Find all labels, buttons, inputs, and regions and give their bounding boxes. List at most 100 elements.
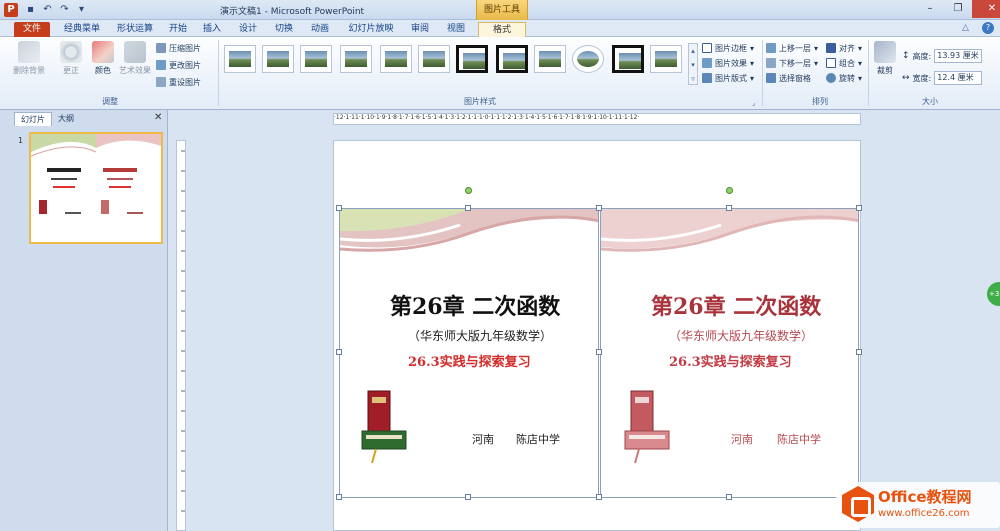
send-backward-button[interactable]: 下移一层 ▾ xyxy=(766,57,818,69)
rotate-handle-left[interactable] xyxy=(465,187,472,194)
sun-icon xyxy=(60,41,82,63)
separator xyxy=(762,40,763,106)
picture-layout-icon xyxy=(702,73,712,83)
vertical-ruler[interactable] xyxy=(176,140,186,531)
selection-pane-button[interactable]: 选择窗格 xyxy=(766,72,811,84)
picture-style-11[interactable] xyxy=(612,45,644,73)
dialog-launcher-icon[interactable]: ⌟ xyxy=(752,99,755,107)
tab-outline[interactable]: 大纲 xyxy=(52,112,80,126)
align-button[interactable]: 对齐 ▾ xyxy=(826,42,862,54)
resize-handle[interactable] xyxy=(726,494,732,500)
picture-effects-button[interactable]: 图片效果 ▾ xyxy=(702,57,754,69)
watermark-url: www.office26.com xyxy=(878,508,970,519)
picture-style-1[interactable] xyxy=(224,45,256,73)
undo-icon[interactable]: ↶ xyxy=(41,3,54,16)
save-icon[interactable]: ▪ xyxy=(24,3,37,16)
gallery-scroll[interactable]: ▴ ▾ ▿ xyxy=(688,43,698,85)
resize-handle[interactable] xyxy=(465,494,471,500)
separator xyxy=(868,40,869,106)
resize-handle[interactable] xyxy=(465,205,471,211)
picture-right[interactable]: 第26章 二次函数 （华东师大版九年级数学） 26.3实践与探索复习 河南 陈店… xyxy=(600,208,859,498)
slide-title-right: 第26章 二次函数 xyxy=(651,294,822,320)
slide-subtitle-left: （华东师大版九年级数学） xyxy=(408,329,553,343)
align-icon xyxy=(826,43,836,53)
reset-picture-button[interactable]: 重设图片 xyxy=(156,76,201,88)
tab-slides[interactable]: 幻灯片 xyxy=(14,112,52,126)
remove-background-button[interactable]: 删除背景 xyxy=(12,41,46,76)
picture-layout-button[interactable]: 图片版式 ▾ xyxy=(702,72,754,84)
tab-insert[interactable]: 插入 xyxy=(198,22,226,37)
close-pane-icon[interactable]: ✕ xyxy=(154,112,162,123)
compress-icon xyxy=(156,43,166,53)
pane-tabs: 幻灯片 大纲 xyxy=(14,112,80,126)
picture-style-4[interactable] xyxy=(340,45,372,73)
picture-style-8[interactable] xyxy=(496,45,528,73)
horizontal-ruler[interactable]: ·12·1·11·1·10·1·9·1·8·1·7·1·6·1·5·1·4·1·… xyxy=(333,113,861,125)
tab-review[interactable]: 审阅 xyxy=(406,22,434,37)
corrections-button[interactable]: 更正 xyxy=(54,41,88,76)
color-palette-icon xyxy=(92,41,114,63)
tab-view[interactable]: 视图 xyxy=(442,22,470,37)
bring-forward-button[interactable]: 上移一层 ▾ xyxy=(766,42,818,54)
rotate-icon xyxy=(826,73,836,83)
artistic-effects-button[interactable]: 艺术效果 xyxy=(118,41,152,76)
arrange-group-label: 排列 xyxy=(812,97,828,106)
resize-handle[interactable] xyxy=(596,494,602,500)
minimize-icon[interactable]: – xyxy=(916,0,944,18)
tab-slideshow[interactable]: 幻灯片放映 xyxy=(342,22,400,37)
resize-handle[interactable] xyxy=(336,205,342,211)
collapse-ribbon-icon[interactable]: △ xyxy=(962,23,969,33)
redo-icon[interactable]: ↷ xyxy=(58,3,71,16)
watermark: Office教程网 www.office26.com xyxy=(836,482,1000,528)
close-icon[interactable]: ✕ xyxy=(972,0,1000,18)
maximize-icon[interactable]: ❐ xyxy=(944,0,972,18)
separator xyxy=(218,40,219,106)
tab-animations[interactable]: 动画 xyxy=(306,22,334,37)
picture-border-button[interactable]: 图片边框 ▾ xyxy=(702,42,754,54)
resize-handle[interactable] xyxy=(856,349,862,355)
tab-shape-ops[interactable]: 形状运算 xyxy=(112,22,158,37)
picture-style-2[interactable] xyxy=(262,45,294,73)
picture-style-12[interactable] xyxy=(650,45,682,73)
adjust-group-label: 调整 xyxy=(102,97,118,106)
resize-handle[interactable] xyxy=(726,205,732,211)
tab-transitions[interactable]: 切换 xyxy=(270,22,298,37)
slide-thumbnail[interactable] xyxy=(29,132,163,244)
rotate-button[interactable]: 旋转 ▾ xyxy=(826,72,862,84)
title-bar: P ▪ ↶ ↷ ▾ 演示文稿1 - Microsoft PowerPoint 图… xyxy=(0,0,1000,20)
tab-format[interactable]: 格式 xyxy=(478,22,526,37)
tab-home[interactable]: 开始 xyxy=(164,22,192,37)
crop-icon xyxy=(874,41,896,63)
tab-file[interactable]: 文件 xyxy=(14,22,50,37)
picture-style-6[interactable] xyxy=(418,45,450,73)
compress-pictures-button[interactable]: 压缩图片 xyxy=(156,42,201,54)
resize-handle[interactable] xyxy=(856,205,862,211)
resize-handle[interactable] xyxy=(336,349,342,355)
window-controls: – ❐ ✕ xyxy=(916,0,1000,18)
resize-handle[interactable] xyxy=(596,205,602,211)
crop-button[interactable]: 裁剪 xyxy=(870,41,900,76)
remove-background-icon xyxy=(18,41,40,63)
change-picture-button[interactable]: 更改图片 xyxy=(156,59,201,71)
rotate-handle-right[interactable] xyxy=(726,187,733,194)
height-row: ↕ 高度: 13.93 厘米 xyxy=(902,49,983,63)
picture-style-10[interactable] xyxy=(572,45,604,73)
tab-classic-menu[interactable]: 经典菜单 xyxy=(58,22,106,37)
picture-style-3[interactable] xyxy=(300,45,332,73)
height-input[interactable]: 13.93 厘米 xyxy=(934,49,983,63)
picture-style-7[interactable] xyxy=(456,45,488,73)
picture-effects-icon xyxy=(702,58,712,68)
resize-handle[interactable] xyxy=(336,494,342,500)
help-icon[interactable]: ? xyxy=(982,22,994,34)
resize-handle[interactable] xyxy=(596,349,602,355)
color-button[interactable]: 颜色 xyxy=(86,41,120,76)
picture-style-5[interactable] xyxy=(380,45,412,73)
tab-design[interactable]: 设计 xyxy=(234,22,262,37)
customize-qat-icon[interactable]: ▾ xyxy=(75,3,88,16)
artistic-effects-icon xyxy=(124,41,146,63)
picture-style-9[interactable] xyxy=(534,45,566,73)
powerpoint-logo-icon[interactable]: P xyxy=(4,3,18,17)
picture-left[interactable]: 第26章 二次函数 （华东师大版九年级数学） 26.3实践与探索复习 河南 陈店… xyxy=(339,208,599,498)
width-input[interactable]: 12.4 厘米 xyxy=(934,71,983,85)
group-button[interactable]: 组合 ▾ xyxy=(826,57,862,69)
